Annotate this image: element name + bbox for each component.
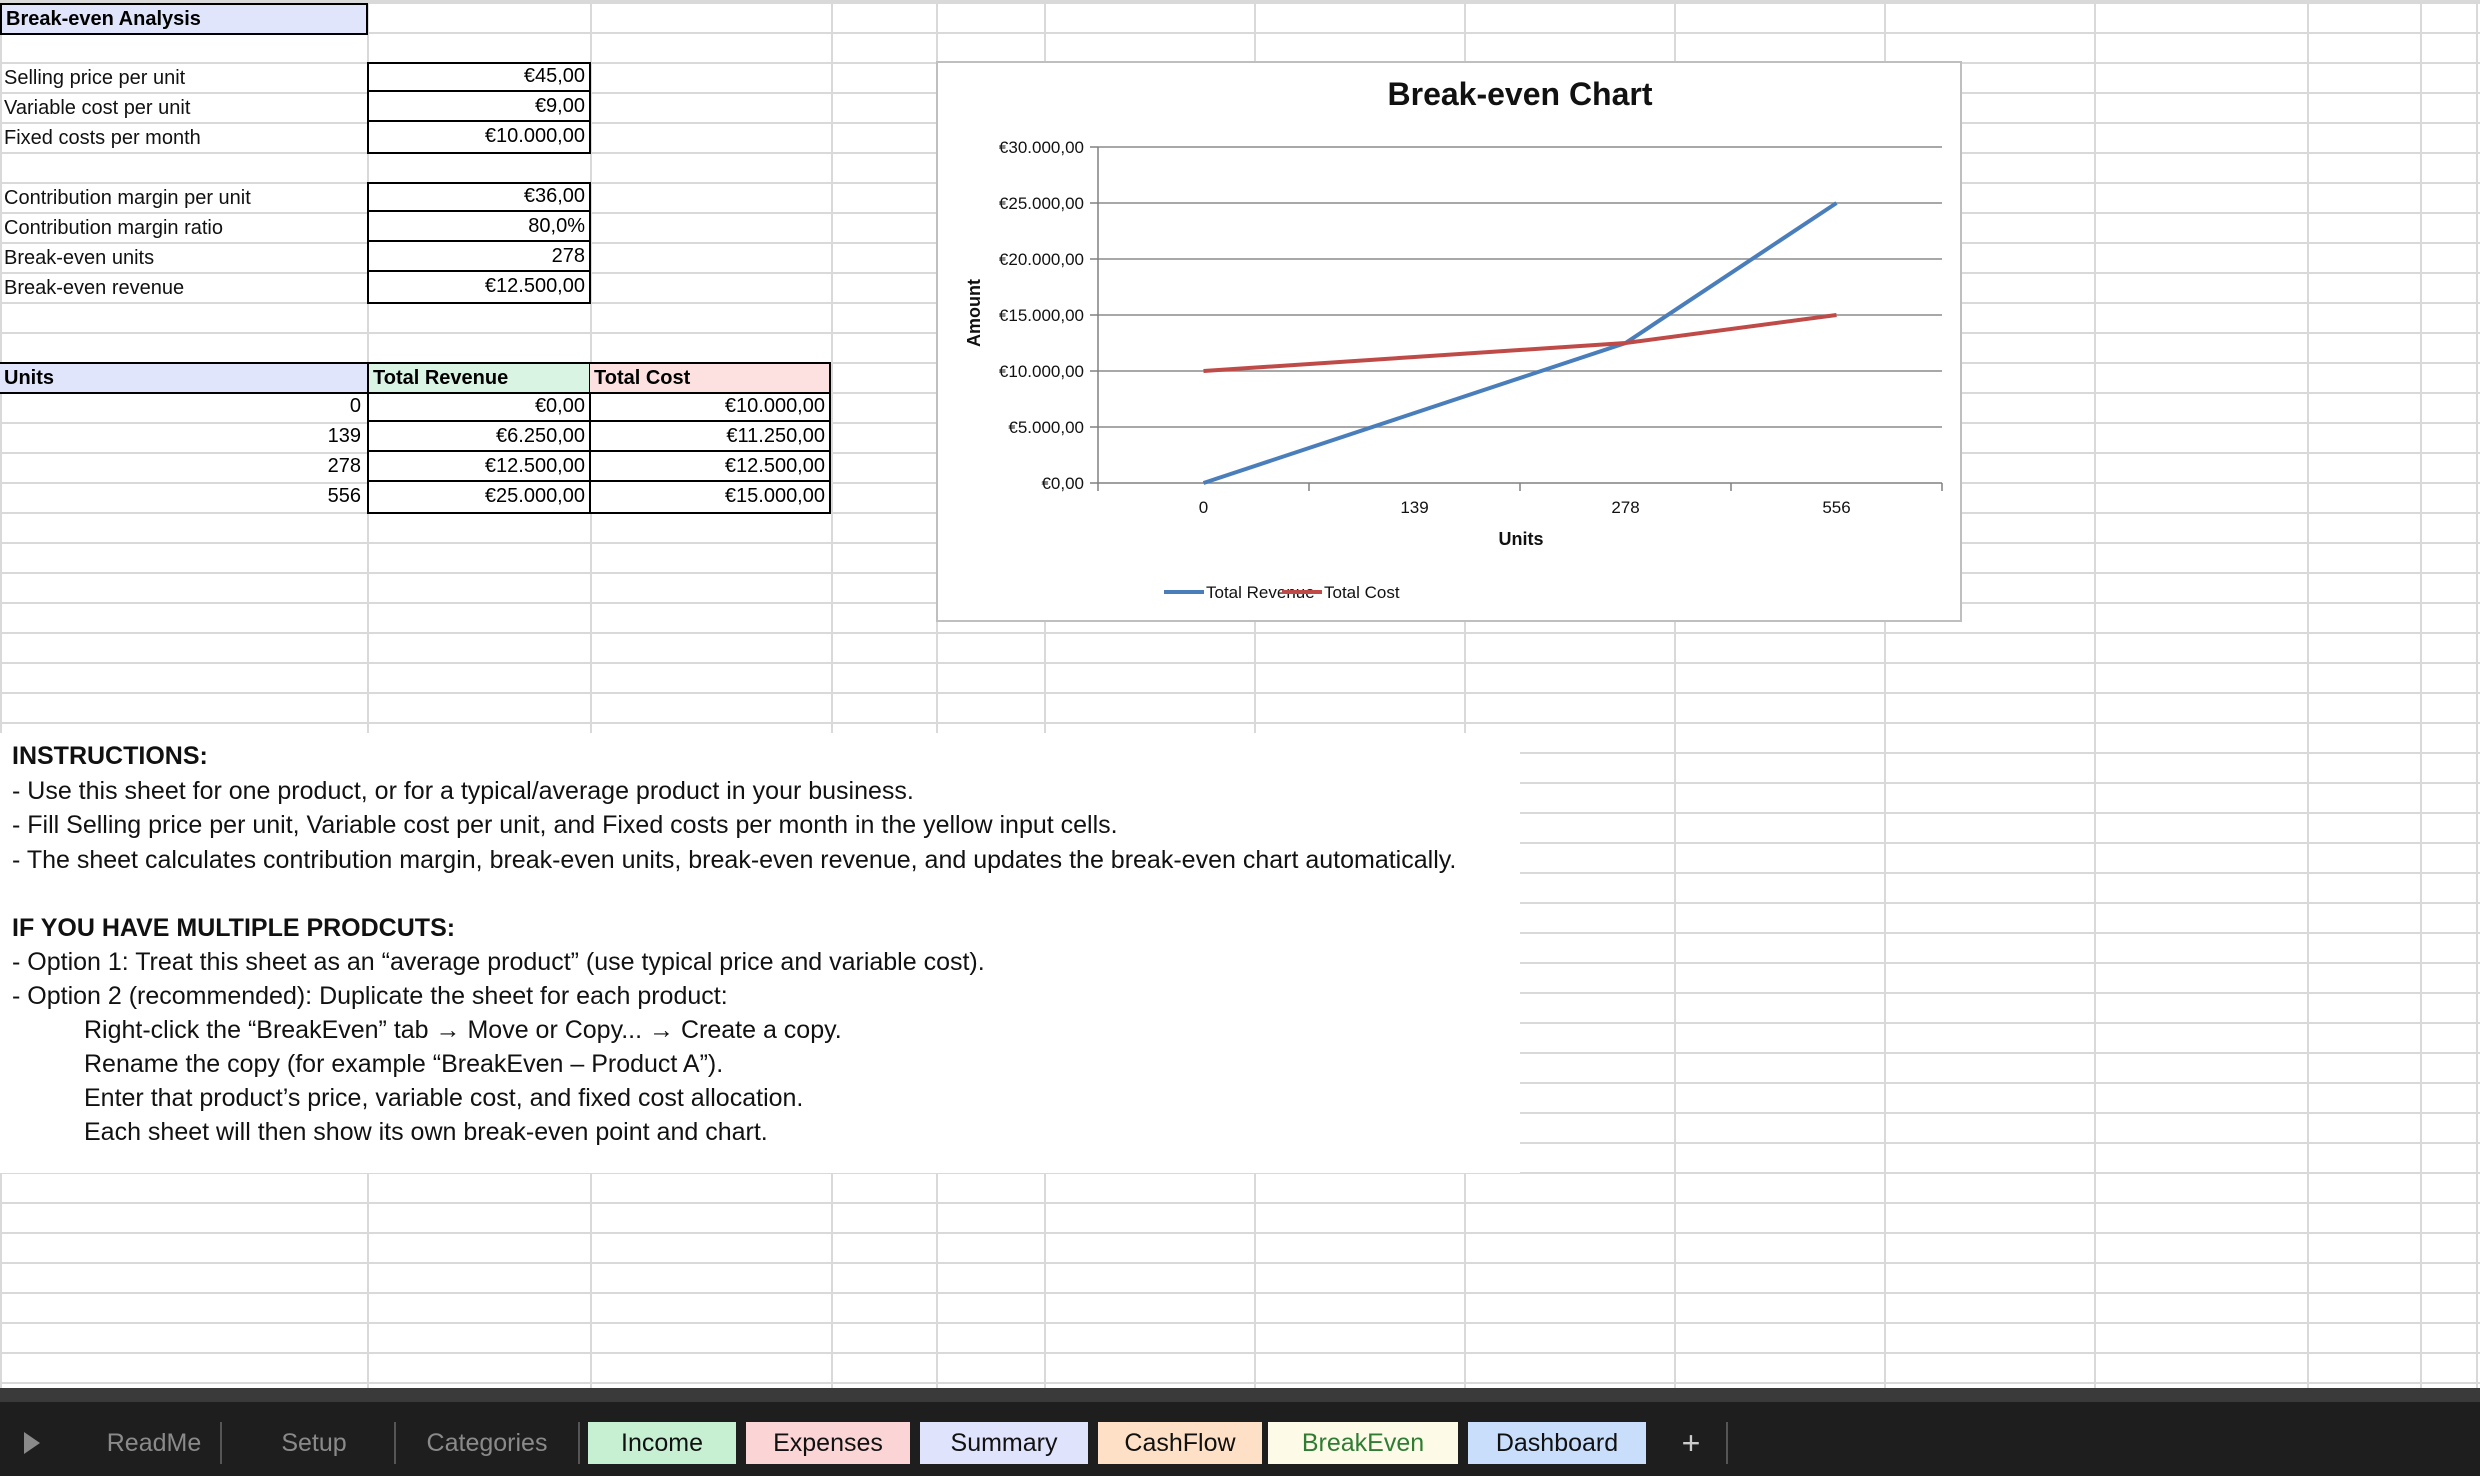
table-revenue-cell[interactable]: €12.500,00 — [367, 452, 589, 482]
breakeven-units-cell[interactable]: 278 — [367, 242, 589, 272]
tab-expenses[interactable]: Expenses — [746, 1422, 910, 1464]
instruction-line: - Option 1: Treat this sheet as an “aver… — [12, 948, 985, 976]
selling-price-cell[interactable]: €45,00 — [367, 62, 589, 92]
instruction-step: Each sheet will then show its own break-… — [84, 1118, 768, 1146]
table-revenue-cell[interactable]: €6.250,00 — [367, 422, 589, 452]
add-sheet-button[interactable]: + — [1656, 1422, 1726, 1464]
output-label: Break-even units — [4, 247, 155, 269]
y-tick-label: €10.000,00 — [999, 362, 1084, 381]
tab-summary[interactable]: Summary — [920, 1422, 1088, 1464]
x-tick-label: 0 — [1199, 498, 1208, 517]
input-label: Variable cost per unit — [4, 97, 191, 119]
table-revenue-cell[interactable]: €25.000,00 — [367, 482, 589, 512]
instruction-step: Rename the copy (for example “BreakEven … — [84, 1050, 724, 1078]
y-tick-label: €30.000,00 — [999, 138, 1084, 157]
instruction-step: Enter that product’s price, variable cos… — [84, 1084, 804, 1112]
instruction-line: - Option 2 (recommended): Duplicate the … — [12, 982, 728, 1010]
y-tick-label: €0,00 — [1041, 474, 1084, 493]
tab-breakeven[interactable]: BreakEven — [1268, 1422, 1458, 1464]
x-tick-label: 139 — [1400, 498, 1428, 517]
legend-label: Total Cost — [1324, 583, 1400, 602]
x-tick-label: 556 — [1822, 498, 1850, 517]
sheet-tab-bar: ReadMe Setup Categories Income Expenses Summa… — [0, 1388, 2480, 1476]
variable-cost-cell[interactable]: €9,00 — [367, 92, 589, 122]
instruction-line: - Fill Selling price per unit, Variable … — [12, 811, 1118, 839]
tab-readme[interactable]: ReadMe — [88, 1422, 220, 1464]
input-label: Selling price per unit — [4, 67, 186, 89]
total-revenue-line — [1202, 201, 1838, 485]
chart-canvas: Break-even Chart €0,00 €5.000,00 €10.000,0… — [964, 76, 1943, 602]
play-icon[interactable] — [24, 1432, 40, 1454]
instructions-panel: INSTRUCTIONS: - Use this sheet for one p… — [0, 733, 1520, 1173]
instruction-line: - Use this sheet for one product, or for… — [12, 777, 914, 805]
spreadsheet-grid[interactable]: Break-even Analysis Selling price per un… — [0, 0, 2480, 1388]
input-label: Fixed costs per month — [4, 127, 201, 149]
tab-dashboard[interactable]: Dashboard — [1468, 1422, 1646, 1464]
sheet-title[interactable]: Break-even Analysis — [0, 3, 368, 35]
output-label: Break-even revenue — [4, 277, 185, 299]
break-even-chart[interactable]: Break-even Chart €0,00 €5.000,00 €10.000,0… — [936, 61, 1962, 622]
total-revenue-header[interactable]: Total Revenue — [367, 362, 591, 394]
table-revenue-cell[interactable]: €0,00 — [367, 392, 589, 422]
instruction-step: Right-click the “BreakEven” tab → Move o… — [84, 1016, 842, 1044]
instruction-line: - The sheet calculates contribution marg… — [12, 846, 1457, 874]
units-header[interactable]: Units — [0, 362, 368, 394]
table-cost-cell[interactable]: €15.000,00 — [589, 482, 829, 512]
output-label: Contribution margin per unit — [4, 187, 251, 209]
table-units-cell[interactable]: 139 — [0, 422, 365, 452]
y-tick-label: €20.000,00 — [999, 250, 1084, 269]
breakeven-revenue-cell[interactable]: €12.500,00 — [367, 272, 589, 302]
y-tick-label: €25.000,00 — [999, 194, 1084, 213]
y-tick-label: €5.000,00 — [1008, 418, 1084, 437]
tab-setup[interactable]: Setup — [234, 1422, 394, 1464]
chart-title: Break-even Chart — [1388, 76, 1653, 112]
table-cost-cell[interactable]: €10.000,00 — [589, 392, 829, 422]
total-cost-line — [1203, 313, 1837, 373]
tab-categories[interactable]: Categories — [396, 1422, 578, 1464]
fixed-costs-cell[interactable]: €10.000,00 — [367, 122, 589, 152]
horizontal-scrollbar[interactable] — [0, 1388, 2480, 1402]
y-axis-label: Amount — [964, 279, 984, 347]
tab-income[interactable]: Income — [588, 1422, 736, 1464]
table-units-cell[interactable]: 278 — [0, 452, 365, 482]
x-axis-label: Units — [1499, 529, 1544, 549]
output-label: Contribution margin ratio — [4, 217, 223, 239]
tab-cashflow[interactable]: CashFlow — [1098, 1422, 1262, 1464]
instructions-heading: INSTRUCTIONS: — [12, 742, 208, 770]
y-tick-label: €15.000,00 — [999, 306, 1084, 325]
table-cost-cell[interactable]: €12.500,00 — [589, 452, 829, 482]
table-cost-cell[interactable]: €11.250,00 — [589, 422, 829, 452]
multiple-products-heading: IF YOU HAVE MULTIPLE PRODCUTS: — [12, 914, 456, 942]
table-units-cell[interactable]: 556 — [0, 482, 365, 512]
total-cost-header[interactable]: Total Cost — [590, 362, 831, 394]
x-tick-label: 278 — [1611, 498, 1639, 517]
cm-per-unit-cell[interactable]: €36,00 — [367, 182, 589, 212]
table-units-cell[interactable]: 0 — [0, 392, 365, 422]
cm-ratio-cell[interactable]: 80,0% — [367, 212, 589, 242]
